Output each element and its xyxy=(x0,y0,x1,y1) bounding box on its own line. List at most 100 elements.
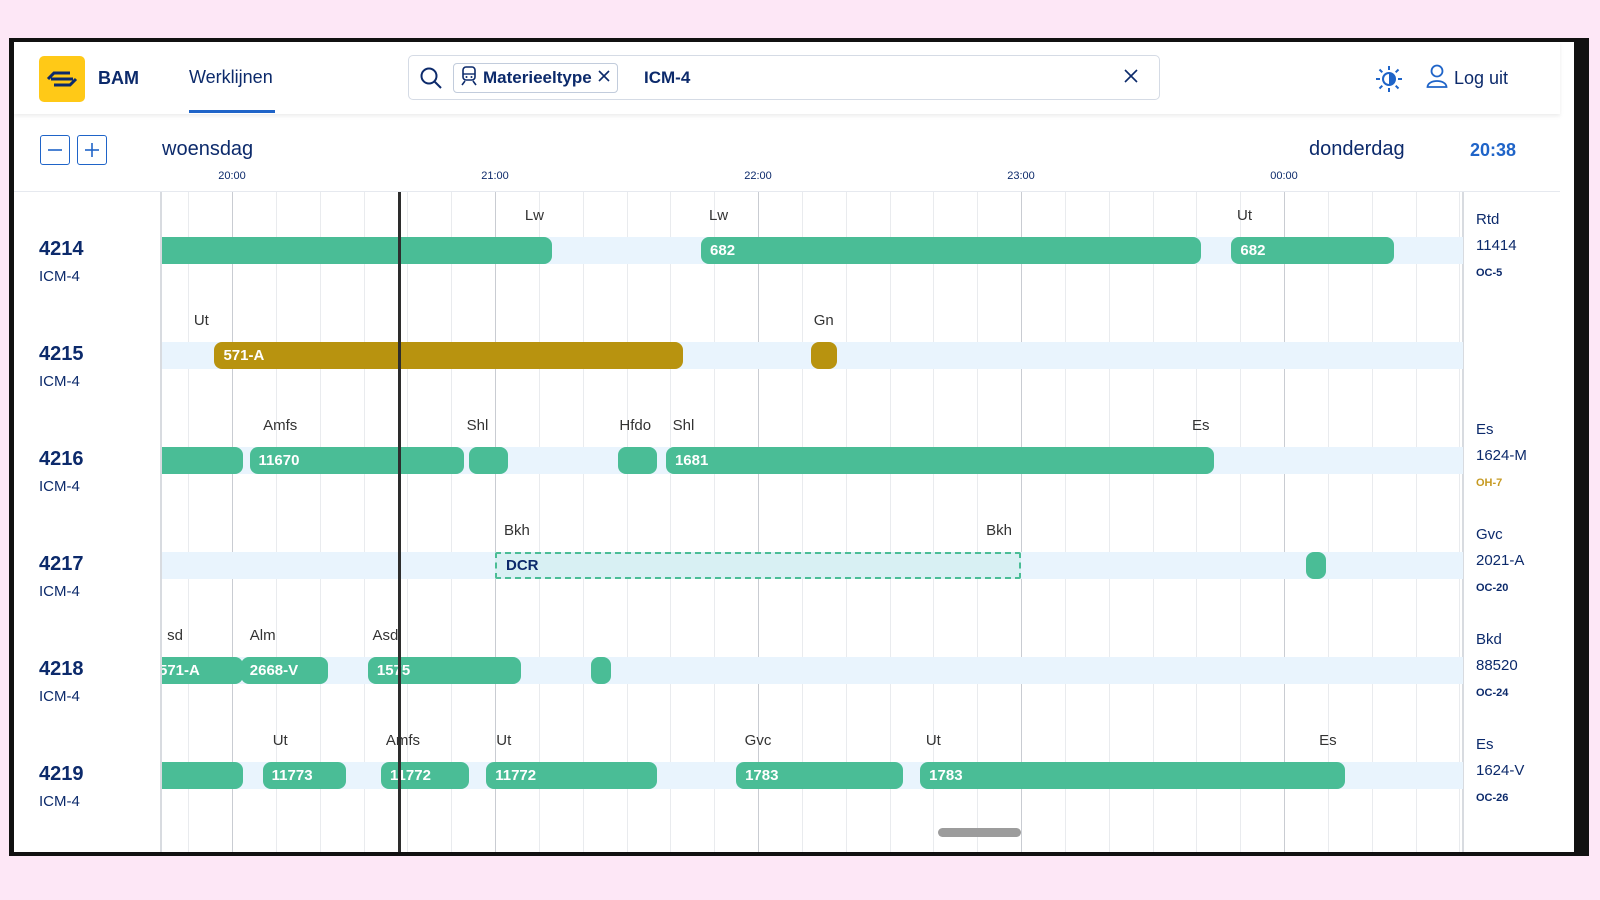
row-id[interactable]: 4217 xyxy=(39,553,84,576)
next-train: 11414 xyxy=(1476,237,1517,254)
grid-line xyxy=(232,192,233,852)
zoom-in-button[interactable] xyxy=(77,135,107,165)
schedule-bar[interactable] xyxy=(591,657,612,684)
schedule-bar[interactable]: 1783 xyxy=(920,762,1346,789)
grid-line xyxy=(758,192,759,852)
ns-logo-icon xyxy=(46,71,78,87)
time-tick: 00:00 xyxy=(1270,170,1298,182)
top-bar: BAM Werklijnen Materieeltype ICM-4 Log u… xyxy=(14,42,1560,114)
grid-line xyxy=(714,192,716,852)
search-bar[interactable]: Materieeltype ICM-4 xyxy=(408,55,1160,100)
row-type: ICM-4 xyxy=(39,793,80,810)
grid-line xyxy=(1064,192,1066,852)
schedule-bar[interactable] xyxy=(162,237,552,264)
chip-remove-icon[interactable] xyxy=(597,68,611,88)
location-label: Hfdo xyxy=(619,417,652,434)
schedule-bar[interactable] xyxy=(810,342,837,369)
location-label: Ut xyxy=(925,732,941,749)
location-label: Gvc xyxy=(744,732,772,749)
schedule-bar[interactable]: 11670 xyxy=(249,447,465,474)
zoom-out-button[interactable] xyxy=(40,135,70,165)
location-label: Gn xyxy=(813,312,834,329)
location-label: Shl xyxy=(672,417,695,434)
next-train: 1624-M xyxy=(1476,447,1527,464)
schedule-bar[interactable]: DCR xyxy=(495,552,1021,579)
search-input[interactable]: ICM-4 xyxy=(644,68,690,88)
row-id[interactable]: 4215 xyxy=(39,343,84,366)
active-tab-indicator xyxy=(189,110,275,113)
schedule-bar[interactable]: 11772 xyxy=(381,762,469,789)
schedule-bar[interactable] xyxy=(617,447,658,474)
grid-line xyxy=(889,192,891,852)
next-location: Es xyxy=(1476,421,1494,438)
schedule-bar[interactable]: 1681 xyxy=(665,447,1214,474)
ns-logo[interactable] xyxy=(39,56,85,102)
operation-code: OC-24 xyxy=(1476,687,1509,699)
grid-line xyxy=(1152,192,1154,852)
grid-line xyxy=(407,192,409,852)
location-label: Alm xyxy=(249,627,276,644)
grid-line xyxy=(319,192,321,852)
location-label: sd xyxy=(167,627,183,644)
horizontal-scrollbar-thumb[interactable] xyxy=(938,828,1021,837)
brightness-icon[interactable] xyxy=(1375,65,1403,98)
location-label: Lw xyxy=(708,207,729,224)
minus-icon xyxy=(48,149,62,151)
grid-line xyxy=(1327,192,1329,852)
day-label-right: donderdag xyxy=(1309,138,1405,160)
schedule-bar[interactable]: 2668-V xyxy=(240,657,329,684)
schedule-bar[interactable] xyxy=(468,447,509,474)
next-location: Gvc xyxy=(1476,526,1503,543)
grid-line xyxy=(626,192,628,852)
grid-line xyxy=(538,192,540,852)
grid-line xyxy=(1415,192,1417,852)
schedule-bar[interactable]: 11772 xyxy=(486,762,658,789)
schedule-bar[interactable]: 1783 xyxy=(736,762,903,789)
schedule-bar[interactable] xyxy=(162,447,244,474)
user-icon xyxy=(1426,64,1448,93)
schedule-bar[interactable]: 1575 xyxy=(367,657,522,684)
row-type: ICM-4 xyxy=(39,688,80,705)
operation-code: OC-26 xyxy=(1476,792,1509,804)
location-label: Shl xyxy=(466,417,489,434)
close-icon[interactable] xyxy=(1123,68,1139,89)
location-label: Asd xyxy=(372,627,399,644)
filter-chip-materieeltype[interactable]: Materieeltype xyxy=(453,63,618,93)
location-label: Amfs xyxy=(385,732,421,749)
grid-line xyxy=(1284,192,1285,852)
row-id[interactable]: 4218 xyxy=(39,658,84,681)
operation-code: OH-7 xyxy=(1476,477,1503,489)
grid-line xyxy=(451,192,453,852)
row-type: ICM-4 xyxy=(39,268,80,285)
schedule-grid[interactable]: 682 682 Lw Lw Ut 571-A Ut Gn 11670 1681 Amfs Shl Hfd… xyxy=(162,192,1463,852)
schedule-bar[interactable]: 571-A xyxy=(214,342,684,369)
location-label: Ut xyxy=(1237,207,1253,224)
operation-code: OC-20 xyxy=(1476,582,1509,594)
schedule-bar[interactable]: 11773 xyxy=(262,762,346,789)
grid-line xyxy=(845,192,847,852)
next-location: Bkd xyxy=(1476,631,1502,648)
search-icon[interactable] xyxy=(419,66,443,95)
tab-werklijnen[interactable]: Werklijnen xyxy=(189,67,273,88)
time-tick: 23:00 xyxy=(1007,170,1035,182)
logout-button[interactable]: Log uit xyxy=(1426,64,1508,93)
schedule-bar[interactable]: 682 xyxy=(1231,237,1394,264)
schedule-bar[interactable] xyxy=(1305,552,1326,579)
row-id[interactable]: 4216 xyxy=(39,448,84,471)
next-train: 88520 xyxy=(1476,657,1518,674)
time-tick: 20:00 xyxy=(218,170,246,182)
location-label: Ut xyxy=(193,312,209,329)
location-label: Lw xyxy=(524,207,545,224)
schedule-bar[interactable]: 571-A xyxy=(162,657,244,684)
grid-line xyxy=(188,192,190,852)
schedule-bar[interactable]: 682 xyxy=(701,237,1201,264)
schedule-bar[interactable] xyxy=(162,762,244,789)
grid-line xyxy=(1108,192,1110,852)
row-id[interactable]: 4214 xyxy=(39,238,84,261)
time-tick: 22:00 xyxy=(744,170,772,182)
filter-chip-label: Materieeltype xyxy=(483,68,592,87)
next-location: Rtd xyxy=(1476,211,1500,228)
plus-icon xyxy=(85,143,99,157)
row-id[interactable]: 4219 xyxy=(39,763,84,786)
location-label: Amfs xyxy=(263,417,298,434)
